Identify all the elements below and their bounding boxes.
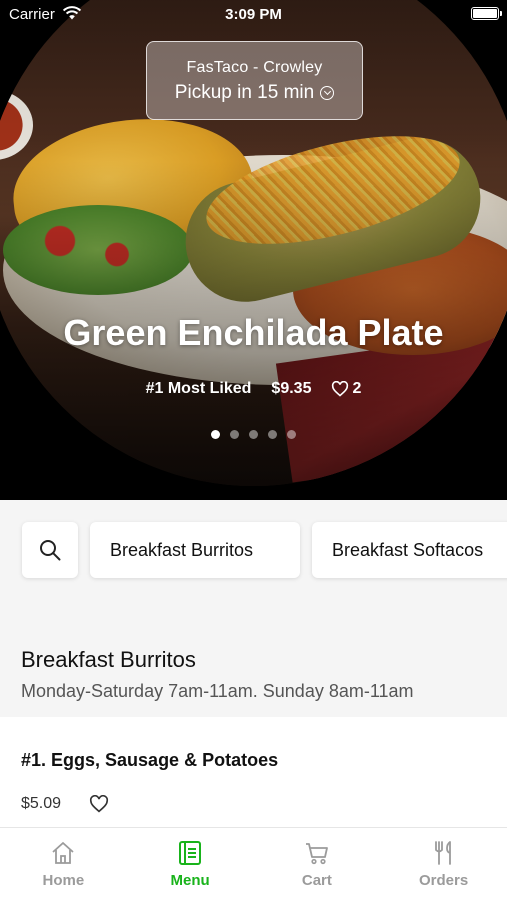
featured-item-meta: #1 Most Liked $9.35 2 [0,380,507,398]
like-count-value: 2 [352,380,362,397]
status-bar: Carrier 3:09 PM [0,0,507,28]
battery-icon [471,7,502,20]
clock: 3:09 PM [225,6,282,23]
category-chip-breakfast-burritos[interactable]: Breakfast Burritos [90,522,300,578]
tab-label: Cart [301,872,332,889]
menu-item[interactable]: #1. Eggs, Sausage & Potatoes $5.09 [0,717,507,827]
featured-item-title: Green Enchilada Plate [63,312,444,353]
tab-label: Home [42,872,85,889]
tab-home[interactable]: Home [0,828,127,900]
heart-icon [332,381,349,397]
cart-icon [305,843,328,865]
search-icon [40,540,61,561]
tab-cart[interactable]: Cart [254,828,381,900]
tab-orders[interactable]: Orders [380,828,507,900]
home-icon [52,842,74,864]
heart-icon[interactable] [89,795,109,813]
tab-bar[interactable]: Home Menu Cart Orders [0,827,507,900]
carousel-dot[interactable] [268,430,277,439]
tab-menu[interactable]: Menu [127,828,254,900]
carousel-dot[interactable] [287,430,296,439]
pickup-eta: Pickup in 15 min [174,82,315,103]
chevron-down-icon [320,86,335,100]
section-title: Breakfast Burritos [21,647,196,672]
pickup-location-button[interactable]: FasTaco - Crowley Pickup in 15 min [146,41,363,120]
carousel-dot[interactable] [249,430,258,439]
category-chip-breakfast-softacos[interactable]: Breakfast Softacos [312,522,507,578]
tab-label: Menu [170,872,210,889]
store-name: FasTaco - Crowley [186,59,323,76]
section-hours: Monday-Saturday 7am-11am. Sunday 8am-11a… [21,681,414,701]
most-liked-badge: #1 Most Liked [145,380,252,397]
menu-item-price: $5.09 [21,795,62,812]
featured-item-hero[interactable]: Carrier 3:09 PM FasTaco - Crowley Pickup… [0,0,507,500]
orders-icon [434,841,451,865]
menu-item-name: #1. Eggs, Sausage & Potatoes [21,750,279,770]
carousel-dot[interactable] [230,430,239,439]
category-bar[interactable]: Breakfast Burritos Breakfast Softacos [0,500,507,617]
search-button[interactable] [22,522,78,578]
carousel-dot[interactable] [211,430,220,439]
carousel-page-indicator[interactable] [0,430,507,439]
like-count[interactable]: 2 [331,380,361,398]
featured-item-price: $9.35 [271,380,312,397]
menu-icon [179,841,202,865]
tab-label: Orders [419,872,469,889]
menu-section-header: Breakfast Burritos Monday-Saturday 7am-1… [0,617,507,717]
